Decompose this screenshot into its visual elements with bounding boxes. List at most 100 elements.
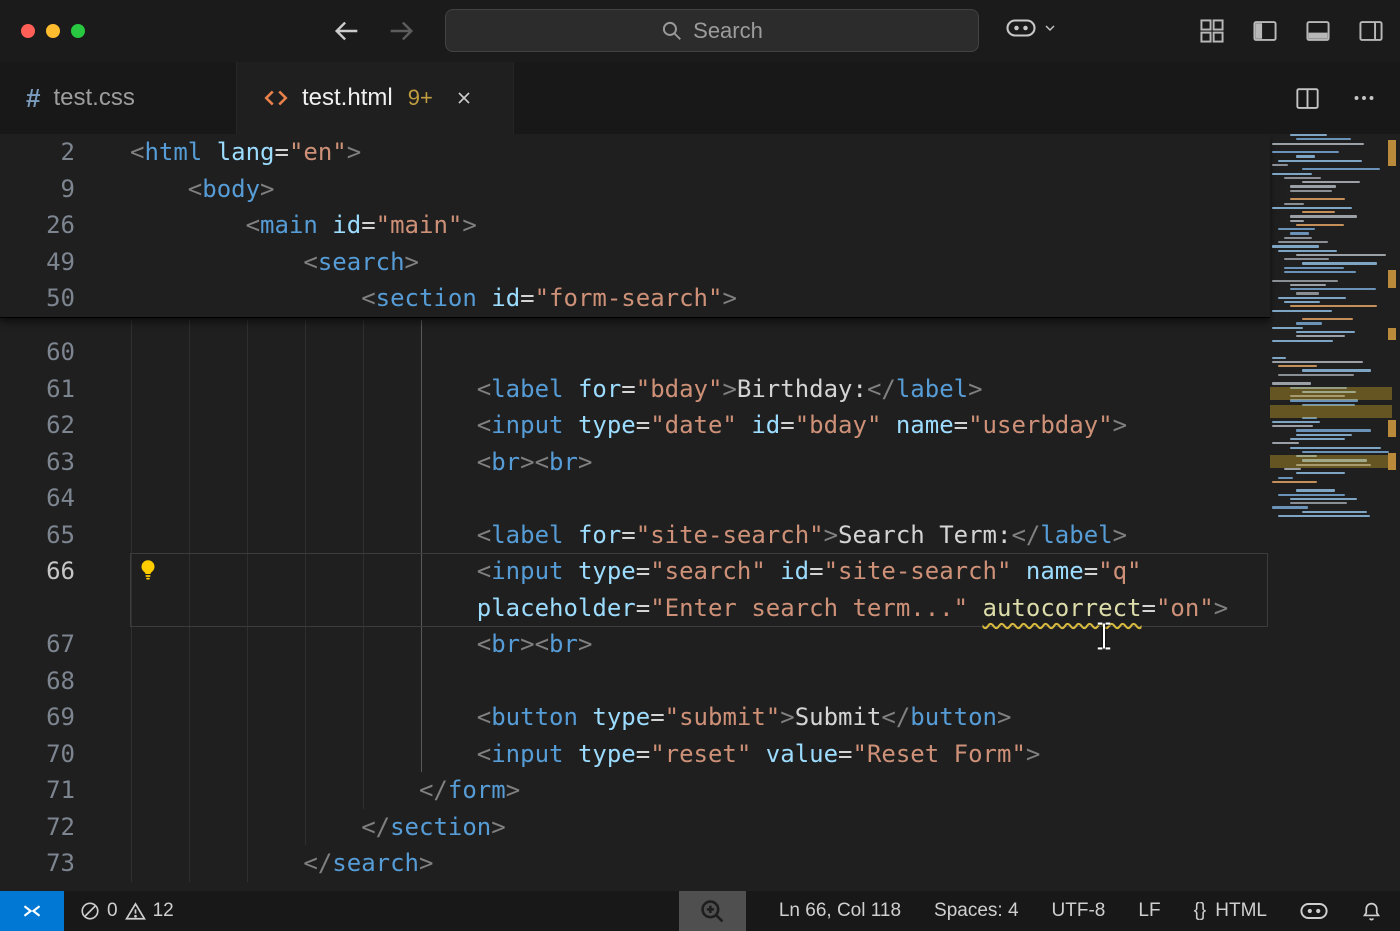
- minimap-line: [1296, 434, 1352, 436]
- code-line-71: 71 </form>: [0, 772, 1270, 809]
- minimap-line: [1284, 271, 1356, 273]
- minimap-line: [1272, 280, 1338, 282]
- layout-grid-icon: [1199, 18, 1225, 44]
- notifications-bell-icon[interactable]: [1361, 901, 1382, 922]
- sidebar-left-icon: [1252, 18, 1278, 44]
- line-text: <input type="date" id="bday" name="userb…: [130, 407, 1270, 444]
- line-text: <input type="search" id="site-search" na…: [130, 553, 1270, 590]
- line-number: 60: [0, 334, 75, 371]
- toggle-secondary-sidebar-button[interactable]: [1358, 18, 1384, 44]
- line-number: 70: [0, 736, 75, 773]
- minimap-line: [1296, 254, 1386, 256]
- customize-layout-button[interactable]: [1199, 18, 1225, 44]
- toggle-panel-button[interactable]: [1305, 18, 1331, 44]
- minimap-line: [1296, 155, 1315, 157]
- overview-warning-mark: [1388, 420, 1396, 437]
- tab-test-css[interactable]: # test.css: [0, 62, 237, 134]
- minimap-line: [1278, 250, 1337, 252]
- minimap-line: [1284, 194, 1343, 196]
- minimap-line: [1284, 237, 1312, 239]
- minimap-line: [1296, 292, 1319, 294]
- search-label: Search: [693, 18, 763, 44]
- css-file-icon: #: [26, 83, 40, 114]
- tab-test-html[interactable]: test.html 9+: [237, 62, 514, 134]
- minimap-line: [1302, 318, 1353, 320]
- minimap-line: [1290, 198, 1345, 200]
- sticky-line-26: 26 <main id="main">: [0, 207, 1270, 244]
- code-line-69: 69 <button type="submit">Submit</button>: [0, 699, 1270, 736]
- nav-back-button[interactable]: [332, 16, 364, 46]
- minimap-line: [1272, 340, 1333, 342]
- minimap-warning-highlight: [1270, 405, 1392, 418]
- minimap-line: [1302, 348, 1327, 350]
- minimap-line: [1284, 203, 1304, 205]
- eol-status[interactable]: LF: [1138, 900, 1160, 922]
- copilot-menu[interactable]: [1006, 17, 1058, 39]
- minimap-line: [1302, 181, 1360, 183]
- line-number: 73: [0, 845, 75, 882]
- lightbulb-icon[interactable]: [136, 557, 160, 583]
- line-number: 64: [0, 480, 75, 517]
- minimap-line: [1278, 374, 1354, 376]
- code-line-73: 73 </search>: [0, 845, 1270, 882]
- minimap-line: [1290, 498, 1357, 500]
- title-bar: Search: [0, 0, 1400, 62]
- maximize-window-button[interactable]: [71, 24, 85, 38]
- tab-label: test.html: [302, 84, 393, 112]
- minimap-line: [1278, 228, 1315, 230]
- problems-status[interactable]: 0 12: [80, 900, 174, 922]
- minimap-line: [1296, 331, 1355, 333]
- code-line-66: 66 <input type="search" id="site-search"…: [0, 553, 1270, 590]
- code-line-64: 64: [0, 480, 1270, 517]
- more-actions-button[interactable]: [1352, 86, 1376, 110]
- close-tab-button[interactable]: [454, 88, 474, 108]
- zoom-indicator[interactable]: [679, 891, 746, 931]
- minimap-line: [1272, 442, 1299, 444]
- overview-ruler: [1388, 134, 1397, 891]
- minimize-window-button[interactable]: [46, 24, 60, 38]
- minimap-line: [1290, 190, 1332, 192]
- minimap-line: [1272, 207, 1352, 209]
- remote-indicator[interactable]: [0, 891, 64, 931]
- html-file-icon: [263, 85, 289, 111]
- minimap-line: [1302, 451, 1389, 453]
- split-editor-icon: [1295, 86, 1320, 111]
- sticky-line-2: 2<html lang="en">: [0, 134, 1270, 171]
- close-window-button[interactable]: [21, 24, 35, 38]
- minimap[interactable]: [1270, 134, 1392, 534]
- code-line-60: 60: [0, 334, 1270, 371]
- minimap-line: [1284, 258, 1329, 260]
- indentation-status[interactable]: Spaces: 4: [934, 900, 1019, 922]
- encoding-status[interactable]: UTF-8: [1052, 900, 1106, 922]
- copilot-status-icon[interactable]: [1300, 901, 1328, 921]
- remote-icon: [21, 900, 43, 922]
- cursor-position[interactable]: Ln 66, Col 118: [779, 900, 901, 922]
- line-number: 50: [0, 280, 75, 317]
- minimap-line: [1272, 382, 1311, 384]
- code-line-68: 68: [0, 663, 1270, 700]
- command-center-search[interactable]: Search: [445, 9, 979, 52]
- code-line-63: 63 <br><br>: [0, 444, 1270, 481]
- minimap-line: [1290, 344, 1314, 346]
- overview-warning-mark: [1388, 453, 1396, 470]
- minimap-line: [1296, 322, 1322, 324]
- overview-warning-mark: [1388, 328, 1396, 340]
- minimap-line: [1272, 245, 1319, 247]
- split-editor-button[interactable]: [1295, 86, 1320, 111]
- minimap-line: [1284, 267, 1344, 269]
- nav-forward-button[interactable]: [386, 16, 418, 46]
- minimap-line: [1296, 352, 1344, 354]
- line-number: 68: [0, 663, 75, 700]
- minimap-line: [1296, 138, 1351, 140]
- minimap-line: [1302, 485, 1325, 487]
- editor[interactable]: 6061 <label for="bday">Birthday:</label>…: [0, 134, 1400, 891]
- minimap-line: [1278, 297, 1346, 299]
- code-area[interactable]: 6061 <label for="bday">Birthday:</label>…: [0, 334, 1270, 882]
- arrow-right-icon: [386, 16, 416, 46]
- line-text: <section id="form-search">: [130, 280, 1270, 317]
- line-number: 2: [0, 134, 75, 171]
- language-mode[interactable]: {} HTML: [1194, 900, 1267, 922]
- minimap-line: [1290, 447, 1381, 449]
- toggle-primary-sidebar-button[interactable]: [1252, 18, 1278, 44]
- line-number: 26: [0, 207, 75, 244]
